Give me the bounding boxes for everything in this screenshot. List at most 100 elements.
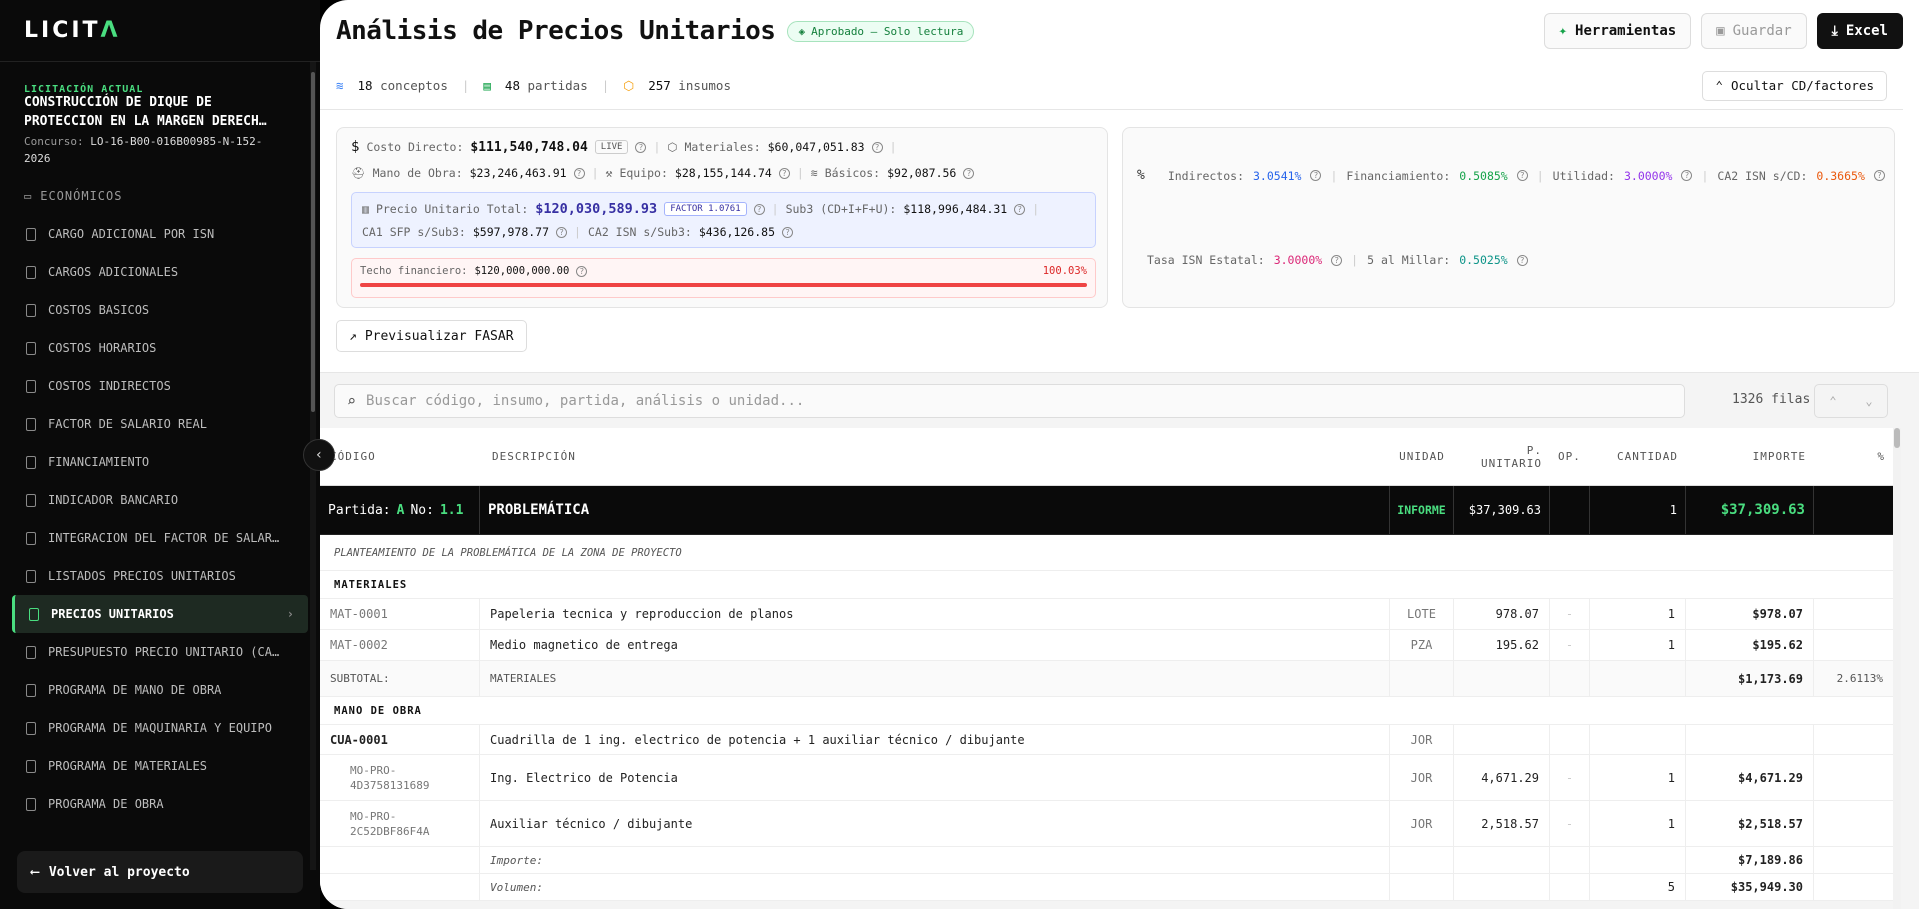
partida-row[interactable]: Partida: A No: 1.1 PROBLEMÁTICA INFORME $37… [320,486,1893,535]
col-amount[interactable]: IMPORTE [1686,450,1814,463]
col-unit-price[interactable]: P. UNITARIO [1454,444,1550,470]
partida-number: 1.1 [439,502,464,518]
back-label: Volver al proyecto [48,864,190,880]
document-icon [26,303,36,317]
col-quantity[interactable]: CANTIDAD [1590,450,1686,463]
document-icon [26,645,36,659]
sidebar-item[interactable]: INTEGRACION DEL FACTOR DE SALAR… [12,519,308,557]
ca1-value: $597,978.77 [472,225,550,239]
tools-label: Herramientas [1575,23,1677,39]
section-materials: MATERIALES [320,571,1893,599]
concurso-value1: LO-16-B00-016B00985-N-152- [90,135,263,148]
table-row[interactable]: MO-PRO- 4D3758131689 Ing. Electrico de Pot… [320,755,1893,801]
chevron-down-icon[interactable]: ⌄ [1865,394,1872,408]
col-description[interactable]: DESCRIPCIÓN [480,450,1390,463]
concurso-info: Concurso: LO-16-B00-016B00985-N-152- 2026 [24,133,296,167]
sidebar-item-label: COSTOS HORARIOS [48,341,157,355]
volumen-row: Volumen: 5 $35,949.30 [320,874,1893,901]
sidebar-item[interactable]: COSTOS HORARIOS [12,329,308,367]
col-op[interactable]: OP. [1550,450,1590,463]
sidebar-item[interactable]: COSTOS INDIRECTOS [12,367,308,405]
save-button[interactable]: ▣ Guardar [1701,13,1807,49]
factor-badge: FACTOR 1.0761 [664,202,747,216]
save-icon: ▣ [1716,23,1725,39]
sidebar-item[interactable]: PROGRAMA DE OBRA [12,785,308,823]
collapse-sidebar-button[interactable]: ‹ [303,439,335,471]
sidebar-item[interactable]: COSTOS BASICOS [12,291,308,329]
concurso-value2: 2026 [24,152,51,165]
search-input[interactable]: ⌕ Buscar código, insumo, partida, análisi… [334,384,1685,418]
sidebar-item[interactable]: FACTOR DE SALARIO REAL [12,405,308,443]
sidebar-item[interactable]: PRECIOS UNITARIOS › [12,595,308,633]
subtotal-row: SUBTOTAL: MATERIALES $1,173.69 2.6113% [320,661,1893,697]
help-icon[interactable]: ? [635,141,647,153]
partida-unit: INFORME [1390,486,1454,534]
sidebar-item[interactable]: LISTADOS PRECIOS UNITARIOS [12,557,308,595]
sidebar-item[interactable]: PROGRAMA DE MAQUINARIA Y EQUIPO [12,709,308,747]
financing-value: 0.5085% [1459,168,1508,183]
help-icon[interactable]: ? [963,167,975,179]
document-icon [26,531,36,545]
search-placeholder: Buscar código, insumo, partida, análisis… [366,393,805,409]
help-icon[interactable]: ? [556,226,568,238]
cuadrilla-row[interactable]: CUA-0001 Cuadrilla de 1 ing. electrico de… [320,725,1893,755]
help-icon[interactable]: ? [576,265,588,277]
document-icon: ▤ [483,78,491,93]
status-badge-label: Aprobado — Solo lectura [811,24,964,38]
col-unit[interactable]: UNIDAD [1390,450,1454,463]
calculator-icon: ▥ [362,202,369,216]
row-navigation[interactable]: ⌃ ⌄ [1814,384,1888,418]
back-to-project-button[interactable]: ⟵ Volver al proyecto [17,851,303,893]
help-icon[interactable]: ? [1014,203,1026,215]
col-percent[interactable]: % [1814,450,1893,463]
ca2-factor-value: 0.3665% [1816,168,1865,183]
conceptos-stat: 18 conceptos [357,78,448,93]
help-icon[interactable]: ? [1516,254,1528,266]
partida-quantity: 1 [1590,486,1686,534]
excel-label: Excel [1845,23,1888,39]
app-logo[interactable]: LICITΛ [0,0,320,62]
help-icon[interactable]: ? [778,167,790,179]
document-icon [26,455,36,469]
help-icon[interactable]: ? [573,167,585,179]
table-row[interactable]: MAT-0001 Papeleria tecnica y reproduccion… [320,599,1893,630]
sidebar-item[interactable]: PRESUPUESTO PRECIO UNITARIO (CA… [12,633,308,671]
partida-description: PLANTEAMIENTO DE LA PROBLEMÁTICA DE LA Z… [320,535,1893,571]
licitation-label: LICITACIÓN ACTUAL [24,84,144,95]
help-icon[interactable]: ? [1873,170,1885,181]
sidebar-item[interactable]: PROGRAMA DE MANO DE OBRA [12,671,308,709]
isn-value: 3.0000% [1273,253,1323,267]
toggle-cd-factors-button[interactable]: ⌃ Ocultar CD/factores [1702,70,1887,101]
five-millar-value: 0.5025% [1459,253,1508,267]
fasar-preview-button[interactable]: ↗ Previsualizar FASAR [336,320,527,352]
stats-bar: ≋ 18 conceptos | ▤ 48 partidas | ⬡ 257 insu… [320,62,1903,110]
section-economicos[interactable]: ▭ ECONÓMICOS [0,185,320,215]
layers-icon: ≋ [810,166,818,180]
table-row[interactable]: MAT-0002 Medio magnetico de entrega PZA 195… [320,630,1893,661]
volumen-quantity: 5 [1590,874,1686,900]
table-scrollbar[interactable] [1893,428,1901,909]
row-count: 1326 filas [1732,392,1811,407]
help-icon[interactable]: ? [753,203,765,215]
sidebar-item[interactable]: PROGRAMA DE MATERIALES [12,747,308,785]
current-licitation: LICITACIÓN ACTUAL CONSTRUCCIÓN DE DIQUE … [0,62,320,167]
volumen-amount: $35,949.30 [1686,874,1814,900]
help-icon[interactable]: ? [1331,254,1343,266]
help-icon[interactable]: ? [871,141,883,153]
excel-button[interactable]: ⤓ Excel [1816,13,1903,49]
ceiling-value: $120,000,000.00 [474,265,570,277]
help-icon[interactable]: ? [782,226,793,238]
document-icon [26,493,36,507]
sidebar-item[interactable]: FINANCIAMIENTO [12,443,308,481]
sidebar-item[interactable]: INDICADOR BANCARIO [12,481,308,519]
sidebar-item[interactable]: CARGOS ADICIONALES [12,253,308,291]
col-code[interactable]: CÓDIGO [320,450,480,463]
table-row[interactable]: MO-PRO- 2C52DBF86F4A Auxiliar técnico / di… [320,801,1893,847]
sidebar-item[interactable]: CARGO ADICIONAL POR ISN [12,215,308,253]
help-icon[interactable]: ? [1310,170,1322,181]
help-icon[interactable]: ? [1681,170,1693,181]
help-icon[interactable]: ? [1516,170,1528,181]
document-icon [26,569,36,583]
chevron-up-icon[interactable]: ⌃ [1829,394,1836,408]
tools-button[interactable]: ✦ Herramientas [1543,13,1692,49]
